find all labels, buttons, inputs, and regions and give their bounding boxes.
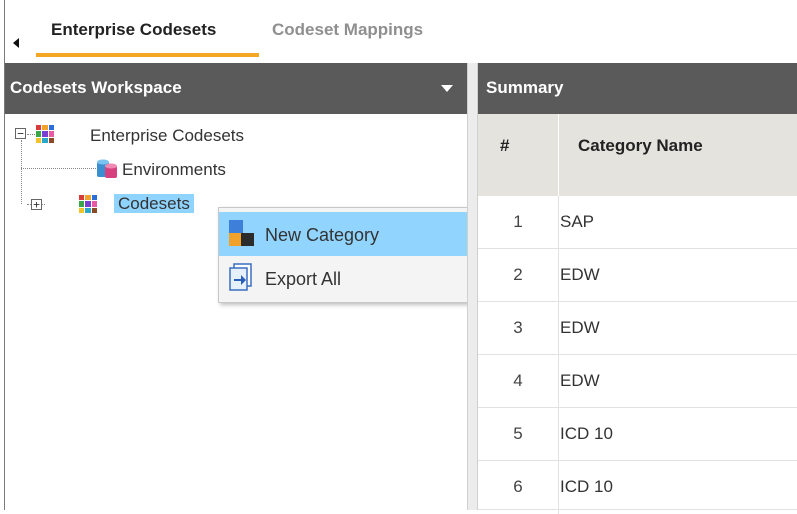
table-row[interactable]: 4 EDW bbox=[478, 355, 797, 408]
row-number: 3 bbox=[513, 318, 523, 337]
collapse-panel-icon[interactable] bbox=[13, 38, 19, 48]
category-name-cell: EDW bbox=[560, 371, 600, 390]
category-name-cell: EDW bbox=[560, 318, 600, 337]
collapse-toggle[interactable]: − bbox=[15, 128, 26, 139]
menu-item-label: New Category bbox=[265, 225, 380, 245]
context-menu: New Category Export All bbox=[218, 207, 478, 303]
row-number: 1 bbox=[513, 212, 523, 231]
expand-toggle[interactable]: + bbox=[31, 199, 42, 210]
panel-splitter[interactable] bbox=[467, 63, 478, 510]
column-divider bbox=[558, 196, 559, 249]
workspace-dropdown-icon[interactable] bbox=[441, 85, 453, 92]
category-name-cell: EDW bbox=[560, 265, 600, 284]
grid-icon bbox=[79, 195, 97, 213]
column-divider bbox=[558, 249, 559, 302]
table-row[interactable]: 1 SAP bbox=[478, 196, 797, 249]
workspace-title: Codesets Workspace bbox=[10, 78, 182, 97]
tab-enterprise-codesets[interactable]: Enterprise Codesets bbox=[51, 20, 216, 40]
tree-connector bbox=[21, 168, 96, 169]
table-row[interactable]: 2 EDW bbox=[478, 249, 797, 302]
column-divider bbox=[558, 461, 559, 514]
tree-item-label: Codesets bbox=[114, 194, 194, 213]
summary-header: Summary bbox=[478, 63, 797, 114]
tree-connector bbox=[27, 134, 35, 135]
row-number: 2 bbox=[513, 265, 523, 284]
category-name-cell: SAP bbox=[560, 212, 595, 231]
column-divider bbox=[558, 114, 559, 196]
grid-icon bbox=[36, 125, 54, 143]
new-category-icon bbox=[229, 220, 254, 246]
menu-item-label: Export All bbox=[265, 269, 342, 289]
column-divider bbox=[558, 355, 559, 408]
menu-item-export-all[interactable]: Export All bbox=[219, 256, 477, 300]
tree-item-enterprise-codesets[interactable]: Enterprise Codesets bbox=[90, 126, 244, 146]
column-divider bbox=[558, 302, 559, 355]
tab-codeset-mappings[interactable]: Codeset Mappings bbox=[272, 20, 423, 40]
row-number: 4 bbox=[513, 371, 523, 390]
tab-bar: Enterprise Codesets Codeset Mappings bbox=[0, 0, 797, 63]
category-name-cell: ICD 10 bbox=[560, 424, 613, 443]
active-tab-indicator bbox=[36, 53, 259, 57]
row-number: 6 bbox=[513, 477, 523, 496]
tree-item-codesets[interactable]: Codesets bbox=[114, 194, 194, 214]
table-row[interactable]: 3 EDW bbox=[478, 302, 797, 355]
export-icon bbox=[229, 263, 252, 291]
column-header-category-name[interactable]: Category Name bbox=[578, 136, 703, 156]
column-header-number[interactable]: # bbox=[500, 136, 509, 156]
table-header: # Category Name bbox=[478, 114, 797, 196]
database-icon bbox=[97, 159, 117, 178]
category-name-cell: ICD 10 bbox=[560, 477, 613, 496]
workspace-header: Codesets Workspace bbox=[5, 63, 467, 114]
tree-connector bbox=[21, 140, 22, 204]
summary-title: Summary bbox=[486, 78, 564, 97]
row-number: 5 bbox=[513, 424, 523, 443]
table-row[interactable]: 6 ICD 10 bbox=[478, 461, 797, 514]
table-row[interactable]: 5 ICD 10 bbox=[478, 408, 797, 461]
menu-item-new-category[interactable]: New Category bbox=[219, 212, 477, 256]
tree-item-environments[interactable]: Environments bbox=[122, 160, 226, 180]
column-divider bbox=[558, 408, 559, 461]
